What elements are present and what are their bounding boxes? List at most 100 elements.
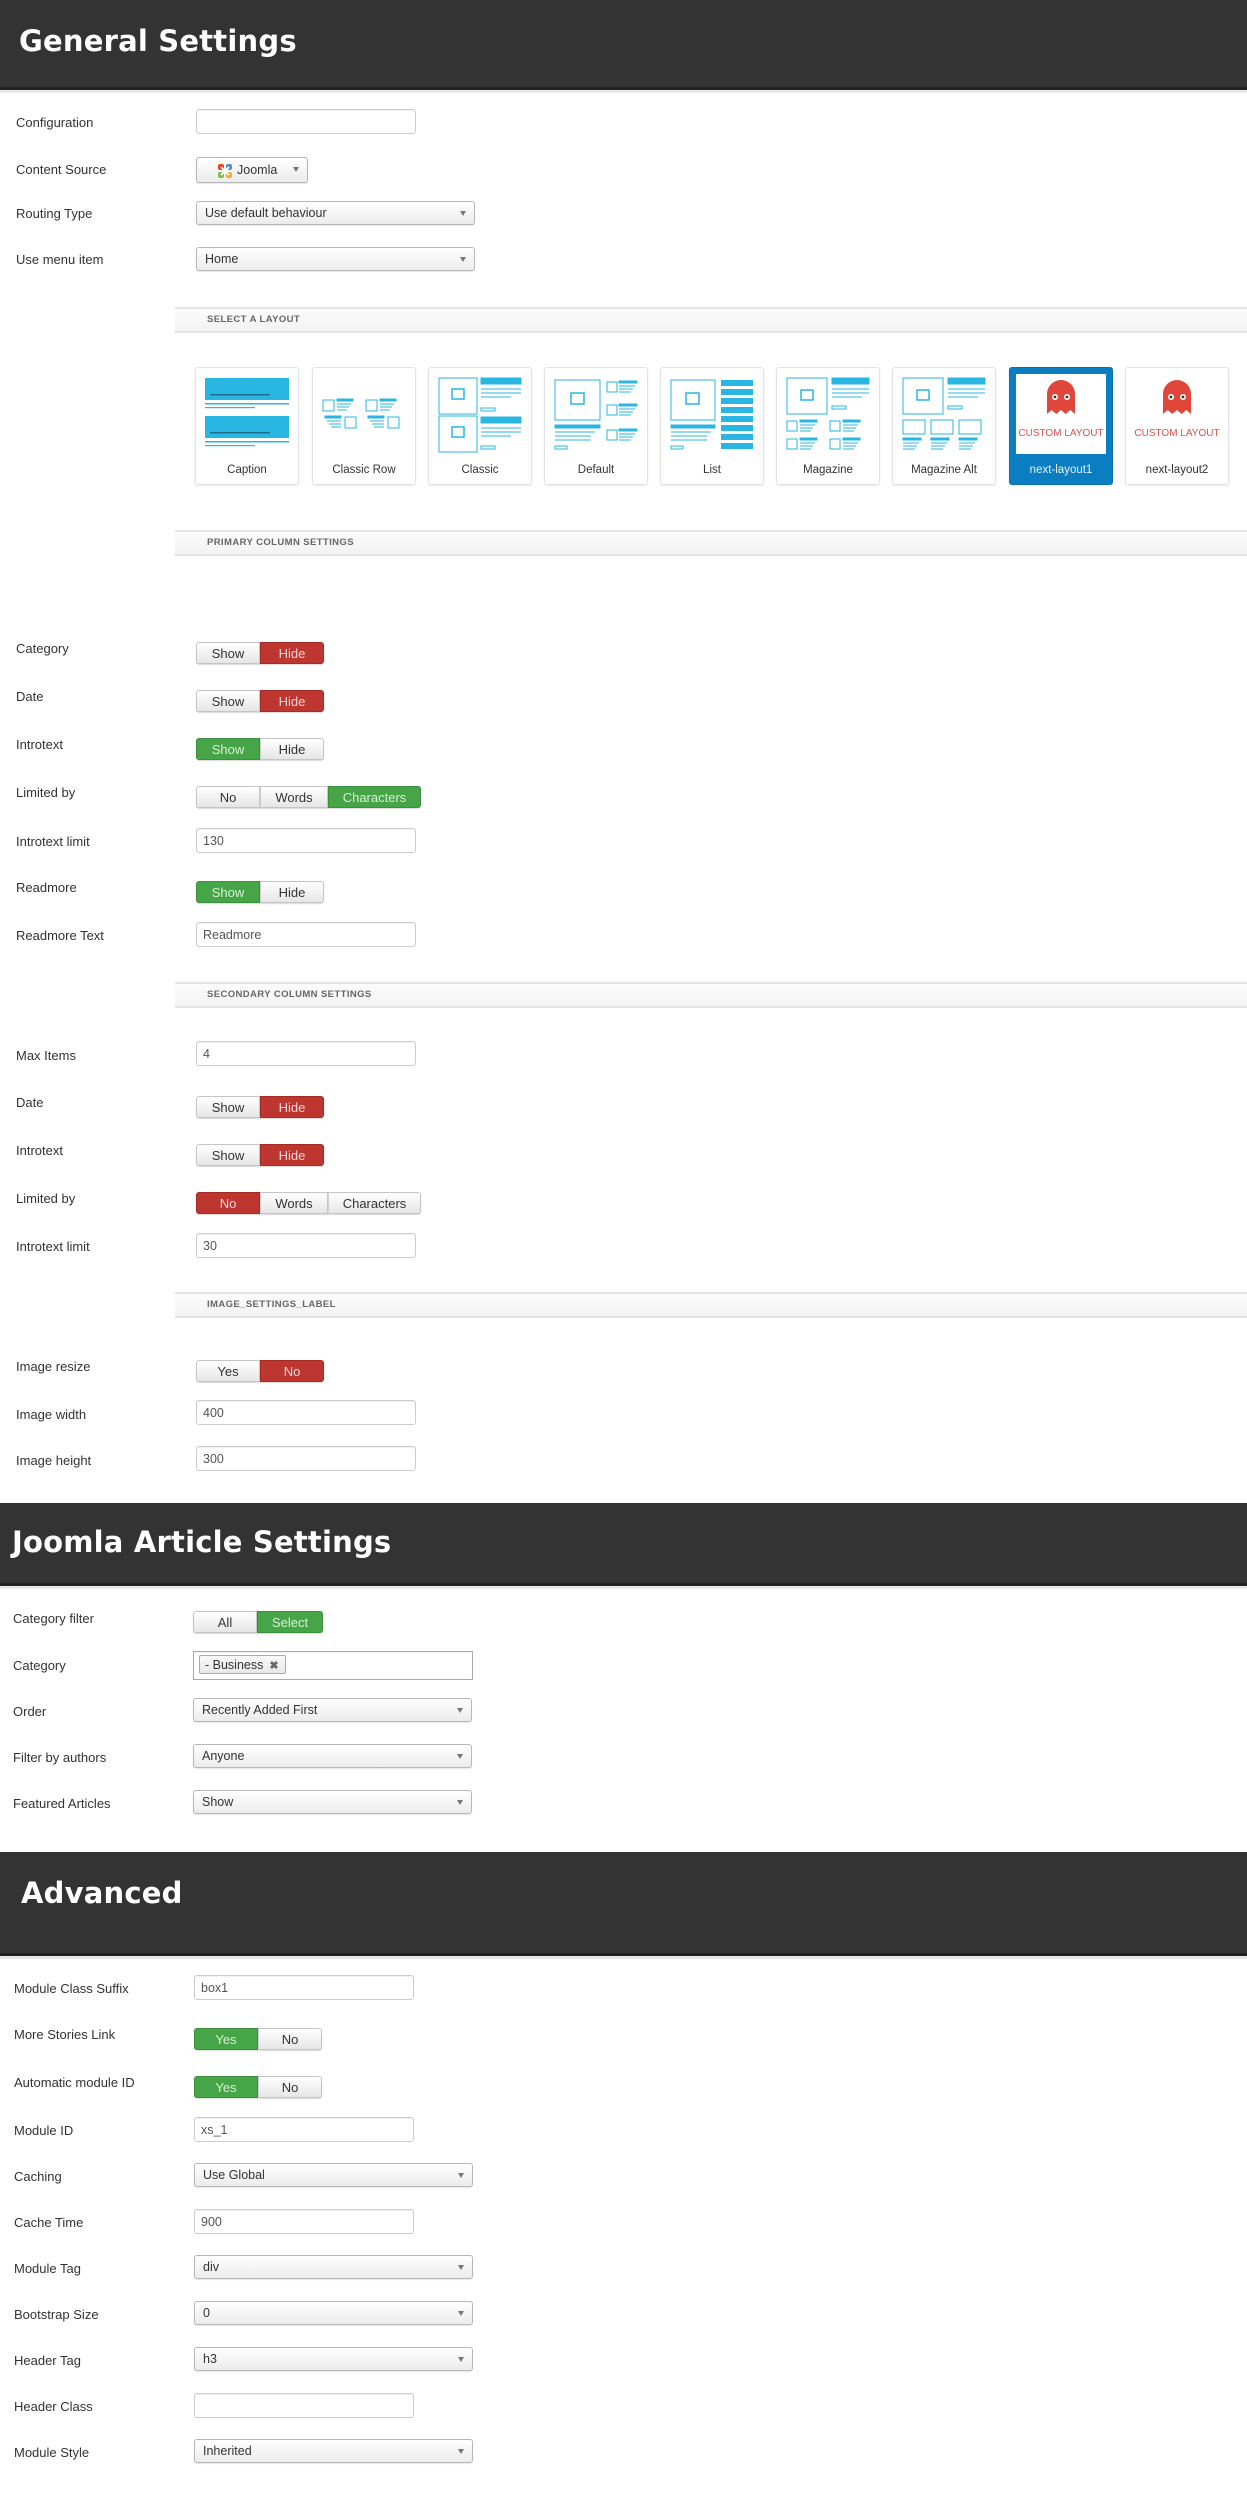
layout-card-name: Caption bbox=[227, 464, 267, 476]
words-option[interactable]: Words bbox=[260, 786, 328, 808]
secondary-column-section-bar: SECONDARY COLUMN SETTINGS bbox=[175, 982, 1247, 1008]
show-option[interactable]: Show bbox=[196, 690, 260, 712]
configuration-input[interactable] bbox=[196, 109, 416, 134]
module-class-suffix-input[interactable]: box1 bbox=[194, 1975, 414, 2000]
filter-by-authors-select[interactable]: Anyone bbox=[193, 1744, 472, 1768]
show-option[interactable]: Show bbox=[196, 1144, 260, 1166]
layout-card-default[interactable]: Default bbox=[544, 367, 648, 485]
primary-introtext-limit-input[interactable]: 130 bbox=[196, 828, 416, 853]
caching-label: Caching bbox=[14, 2169, 62, 2184]
category-filter-toggle: All Select bbox=[193, 1611, 323, 1633]
module-style-select[interactable]: Inherited bbox=[194, 2439, 473, 2463]
caching-select[interactable]: Use Global bbox=[194, 2163, 473, 2187]
layout-card-name: Default bbox=[577, 464, 615, 476]
no-option[interactable]: No bbox=[258, 2028, 322, 2050]
bootstrap-size-label: Bootstrap Size bbox=[14, 2307, 99, 2322]
secondary-introtext-limit-input[interactable]: 30 bbox=[196, 1233, 416, 1258]
primary-column-section-bar: PRIMARY COLUMN SETTINGS bbox=[175, 530, 1247, 556]
layout-card-magazine-alt[interactable]: Magazine Alt bbox=[892, 367, 996, 485]
readmore-text-input[interactable]: Readmore bbox=[196, 922, 416, 947]
remove-tag-icon[interactable]: ✖ bbox=[269, 1660, 278, 1672]
yes-option[interactable]: Yes bbox=[194, 2076, 258, 2098]
hide-option[interactable]: Hide bbox=[260, 1096, 324, 1118]
show-option[interactable]: Show bbox=[196, 738, 260, 760]
classic-layout-thumbnail bbox=[435, 374, 525, 456]
configuration-label: Configuration bbox=[16, 115, 94, 130]
module-tag-value: div bbox=[203, 2260, 219, 2274]
cache-time-input[interactable]: 900 bbox=[194, 2209, 414, 2234]
characters-option[interactable]: Characters bbox=[328, 1192, 421, 1214]
max-items-input[interactable]: 4 bbox=[196, 1041, 416, 1066]
layout-card-name: next-layout1 bbox=[1029, 464, 1093, 476]
custom-layout-text: CUSTOM LAYOUT bbox=[1018, 428, 1104, 439]
automatic-module-id-toggle: Yes No bbox=[194, 2076, 322, 2098]
secondary-introtext-toggle: Show Hide bbox=[196, 1144, 324, 1166]
header-tag-select[interactable]: h3 bbox=[194, 2347, 473, 2371]
default-layout-thumbnail bbox=[551, 374, 641, 456]
layout-card-next-layout2[interactable]: CUSTOM LAYOUT next-layout2 bbox=[1125, 367, 1229, 485]
chevron-down-icon bbox=[457, 1708, 463, 1713]
no-option[interactable]: No bbox=[196, 1192, 260, 1214]
featured-articles-value: Show bbox=[202, 1795, 234, 1809]
no-option[interactable]: No bbox=[260, 1360, 324, 1382]
image-height-input[interactable]: 300 bbox=[196, 1446, 416, 1471]
chevron-down-icon bbox=[458, 2173, 464, 2178]
custom-layout-thumbnail: CUSTOM LAYOUT bbox=[1016, 374, 1106, 454]
content-source-select[interactable]: Joomla bbox=[196, 157, 308, 183]
custom-layout-thumbnail: CUSTOM LAYOUT bbox=[1132, 374, 1222, 454]
show-option[interactable]: Show bbox=[196, 1096, 260, 1118]
layout-card-classic-row[interactable]: Classic Row bbox=[312, 367, 416, 485]
select-option[interactable]: Select bbox=[257, 1611, 323, 1633]
module-id-input[interactable]: xs_1 bbox=[194, 2117, 414, 2142]
routing-type-select[interactable]: Use default behaviour bbox=[196, 201, 475, 225]
hide-option[interactable]: Hide bbox=[260, 738, 324, 760]
module-tag-label: Module Tag bbox=[14, 2261, 81, 2276]
use-menu-item-select[interactable]: Home bbox=[196, 247, 475, 271]
hide-option[interactable]: Hide bbox=[260, 690, 324, 712]
no-option[interactable]: No bbox=[196, 786, 260, 808]
readmore-label: Readmore bbox=[16, 880, 77, 895]
featured-articles-select[interactable]: Show bbox=[193, 1790, 472, 1814]
primary-introtext-toggle: Show Hide bbox=[196, 738, 324, 760]
caption-layout-thumbnail bbox=[202, 374, 292, 456]
header-class-label: Header Class bbox=[14, 2399, 93, 2414]
hide-option[interactable]: Hide bbox=[260, 881, 324, 903]
header-class-input[interactable] bbox=[194, 2393, 414, 2418]
layout-card-caption[interactable]: Caption bbox=[195, 367, 299, 485]
layout-card-next-layout1[interactable]: CUSTOM LAYOUT next-layout1 bbox=[1009, 367, 1113, 485]
layout-card-classic[interactable]: Classic bbox=[428, 367, 532, 485]
category-tag-text: - Business bbox=[205, 1658, 264, 1672]
list-layout-thumbnail bbox=[667, 374, 757, 456]
joomla-logo-icon bbox=[217, 163, 233, 179]
header-tag-value: h3 bbox=[203, 2352, 217, 2366]
image-settings-heading: IMAGE_SETTINGS_LABEL bbox=[207, 1299, 336, 1310]
hide-option[interactable]: Hide bbox=[260, 1144, 324, 1166]
bootstrap-size-select[interactable]: 0 bbox=[194, 2301, 473, 2325]
order-select[interactable]: Recently Added First bbox=[193, 1698, 472, 1722]
routing-type-value: Use default behaviour bbox=[205, 206, 327, 220]
category-multiselect[interactable]: - Business ✖ bbox=[193, 1651, 473, 1680]
show-option[interactable]: Show bbox=[196, 642, 260, 664]
primary-category-label: Category bbox=[16, 641, 69, 656]
primary-introtext-limit-label: Introtext limit bbox=[16, 834, 90, 849]
featured-articles-label: Featured Articles bbox=[13, 1796, 111, 1811]
secondary-limited-by-label: Limited by bbox=[16, 1191, 76, 1206]
yes-option[interactable]: Yes bbox=[196, 1360, 260, 1382]
characters-option[interactable]: Characters bbox=[328, 786, 421, 808]
words-option[interactable]: Words bbox=[260, 1192, 328, 1214]
module-tag-select[interactable]: div bbox=[194, 2255, 473, 2279]
image-width-input[interactable]: 400 bbox=[196, 1400, 416, 1425]
automatic-module-id-label: Automatic module ID bbox=[14, 2075, 135, 2090]
layout-card-list[interactable]: List bbox=[660, 367, 764, 485]
layout-card-magazine[interactable]: Magazine bbox=[776, 367, 880, 485]
filter-by-authors-value: Anyone bbox=[202, 1749, 245, 1763]
show-option[interactable]: Show bbox=[196, 881, 260, 903]
layout-card-name: Magazine Alt bbox=[911, 464, 977, 476]
all-option[interactable]: All bbox=[193, 1611, 257, 1633]
no-option[interactable]: No bbox=[258, 2076, 322, 2098]
hide-option[interactable]: Hide bbox=[260, 642, 324, 664]
yes-option[interactable]: Yes bbox=[194, 2028, 258, 2050]
magazine-alt-layout-thumbnail bbox=[899, 374, 989, 456]
primary-column-heading: PRIMARY COLUMN SETTINGS bbox=[207, 537, 354, 548]
joomla-article-settings-header: Joomla Article Settings bbox=[0, 1503, 1247, 1586]
